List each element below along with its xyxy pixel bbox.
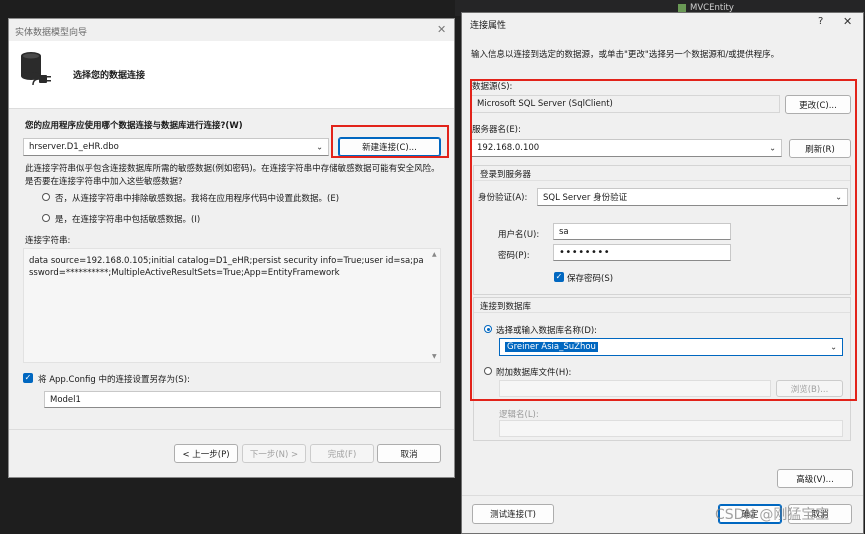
help-icon[interactable]: ? bbox=[818, 16, 823, 27]
scroll-up-icon[interactable]: ▲ bbox=[432, 251, 437, 258]
radio-exclude-sensitive[interactable] bbox=[42, 193, 50, 201]
prev-label: < 上一步(P) bbox=[182, 449, 230, 460]
scrollbar[interactable]: ▲ ▼ bbox=[430, 249, 440, 362]
connection-select-value: hrserver.D1_eHR.dbo bbox=[29, 142, 119, 152]
logical-name-input[interactable] bbox=[499, 420, 843, 437]
database-plug-icon bbox=[19, 49, 53, 89]
model-name-input[interactable]: Model1 bbox=[44, 391, 441, 408]
connection-question: 您的应用程序应使用哪个数据连接与数据库进行连接?(W) bbox=[25, 121, 243, 131]
prev-button[interactable]: < 上一步(P) bbox=[174, 444, 238, 463]
highlight-new-connection bbox=[331, 125, 449, 158]
scroll-down-icon[interactable]: ▼ bbox=[432, 353, 437, 360]
radio-include-sensitive[interactable] bbox=[42, 214, 50, 222]
project-icon bbox=[678, 4, 686, 12]
radio-include-label: 是，在连接字符串中包括敏感数据。(I) bbox=[55, 215, 201, 225]
model-name-value: Model1 bbox=[50, 394, 81, 405]
chevron-down-icon: ⌄ bbox=[316, 142, 323, 152]
close-icon[interactable]: ✕ bbox=[843, 15, 852, 28]
test-connection-button[interactable]: 测试连接(T) bbox=[472, 504, 554, 524]
advanced-button[interactable]: 高级(V)... bbox=[777, 469, 853, 488]
entity-model-wizard: 实体数据模型向导 ✕ 选择您的数据连接 您的应用程序应使用哪个数据连接与数据库进… bbox=[8, 18, 455, 478]
dialog-title: 连接属性 bbox=[470, 21, 507, 31]
logical-name-label: 逻辑名(L): bbox=[499, 410, 539, 420]
dialog-footer-divider bbox=[462, 495, 863, 496]
cancel-button[interactable]: 取消 bbox=[377, 444, 441, 463]
sensitive-data-warning: 此连接字符串似乎包含连接数据库所需的敏感数据(例如密码)。在连接字符串中存储敏感… bbox=[25, 164, 440, 187]
dialog-description: 输入信息以连接到选定的数据源，或单击"更改"选择另一个数据源和/或提供程序。 bbox=[471, 50, 780, 60]
save-settings-label: 将 App.Config 中的连接设置另存为(S): bbox=[38, 375, 190, 385]
radio-exclude-label: 否，从连接字符串中排除敏感数据。我将在应用程序代码中设置此数据。(E) bbox=[55, 194, 340, 204]
conn-string-box: data source=192.168.0.105;initial catalo… bbox=[23, 248, 441, 363]
save-settings-checkbox[interactable]: ✓ bbox=[23, 373, 33, 383]
finish-label: 完成(F) bbox=[327, 449, 357, 460]
cancel-label: 取消 bbox=[400, 449, 418, 460]
wizard-header-title: 选择您的数据连接 bbox=[73, 71, 146, 81]
conn-string-value: data source=192.168.0.105;initial catalo… bbox=[29, 256, 424, 278]
highlight-connection-form bbox=[470, 79, 857, 401]
connection-select[interactable]: hrserver.D1_eHR.dbo ⌄ bbox=[23, 138, 329, 156]
next-label: 下一步(N) > bbox=[249, 449, 299, 460]
conn-string-label: 连接字符串: bbox=[25, 236, 71, 246]
advanced-label: 高级(V)... bbox=[796, 474, 834, 485]
watermark: CSDN @刚猛宝宝 bbox=[715, 507, 830, 523]
finish-button[interactable]: 完成(F) bbox=[310, 444, 374, 463]
wizard-footer-divider bbox=[9, 429, 454, 430]
wizard-header: 选择您的数据连接 bbox=[9, 41, 454, 109]
wizard-title: 实体数据模型向导 bbox=[15, 28, 88, 38]
close-icon[interactable]: ✕ bbox=[437, 23, 446, 36]
test-connection-label: 测试连接(T) bbox=[490, 510, 536, 520]
next-button[interactable]: 下一步(N) > bbox=[242, 444, 306, 463]
